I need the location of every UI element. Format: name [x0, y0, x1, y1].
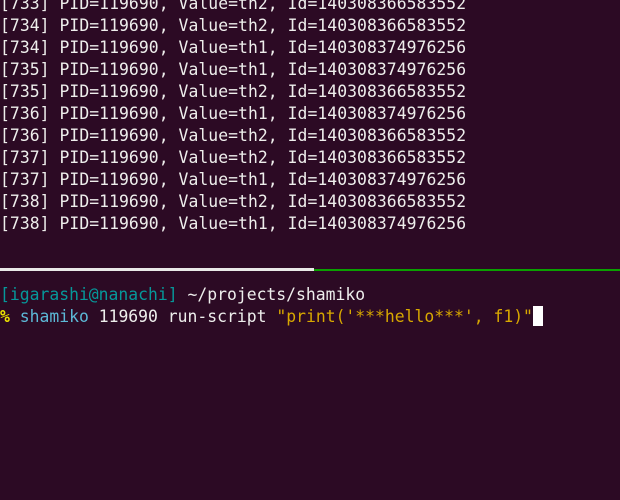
prompt-symbol: %	[0, 307, 10, 326]
text-cursor[interactable]	[532, 306, 543, 326]
shell-pane[interactable]: [igarashi@nanachi] ~/projects/shamiko % …	[0, 271, 620, 500]
log-line: [735] PID=119690, Value=th1, Id=14030837…	[0, 60, 467, 79]
log-line: [737] PID=119690, Value=th1, Id=14030837…	[0, 170, 467, 189]
log-line: [733] PID=119690, Value=th2, Id=14030836…	[0, 0, 467, 13]
command-line[interactable]: % shamiko 119690 run-script "print('***h…	[0, 306, 543, 328]
log-line: [736] PID=119690, Value=th2, Id=14030836…	[0, 126, 467, 145]
log-line: [738] PID=119690, Value=th2, Id=14030836…	[0, 192, 467, 211]
prompt-header: [igarashi@nanachi] ~/projects/shamiko	[0, 284, 365, 306]
log-line: [738] PID=119690, Value=th1, Id=14030837…	[0, 214, 467, 233]
command-name: shamiko	[19, 307, 89, 326]
output-pane[interactable]: [733] PID=119690, Value=th2, Id=14030836…	[0, 0, 620, 266]
user-host: [igarashi@nanachi]	[0, 285, 178, 304]
log-line: [734] PID=119690, Value=th2, Id=14030836…	[0, 16, 467, 35]
current-directory: ~/projects/shamiko	[177, 285, 366, 304]
log-line: [736] PID=119690, Value=th1, Id=14030837…	[0, 104, 467, 123]
script-argument: "print('***hello***', f1)"	[276, 307, 533, 326]
pid-argument: 119690	[98, 307, 158, 326]
terminal-window[interactable]: [733] PID=119690, Value=th2, Id=14030836…	[0, 0, 620, 500]
subcommand-argument: run-script	[167, 307, 267, 326]
log-output: [733] PID=119690, Value=th2, Id=14030836…	[0, 0, 466, 235]
log-line: [734] PID=119690, Value=th1, Id=14030837…	[0, 38, 467, 57]
log-line: [735] PID=119690, Value=th2, Id=14030836…	[0, 82, 467, 101]
log-line: [737] PID=119690, Value=th2, Id=14030836…	[0, 148, 467, 167]
